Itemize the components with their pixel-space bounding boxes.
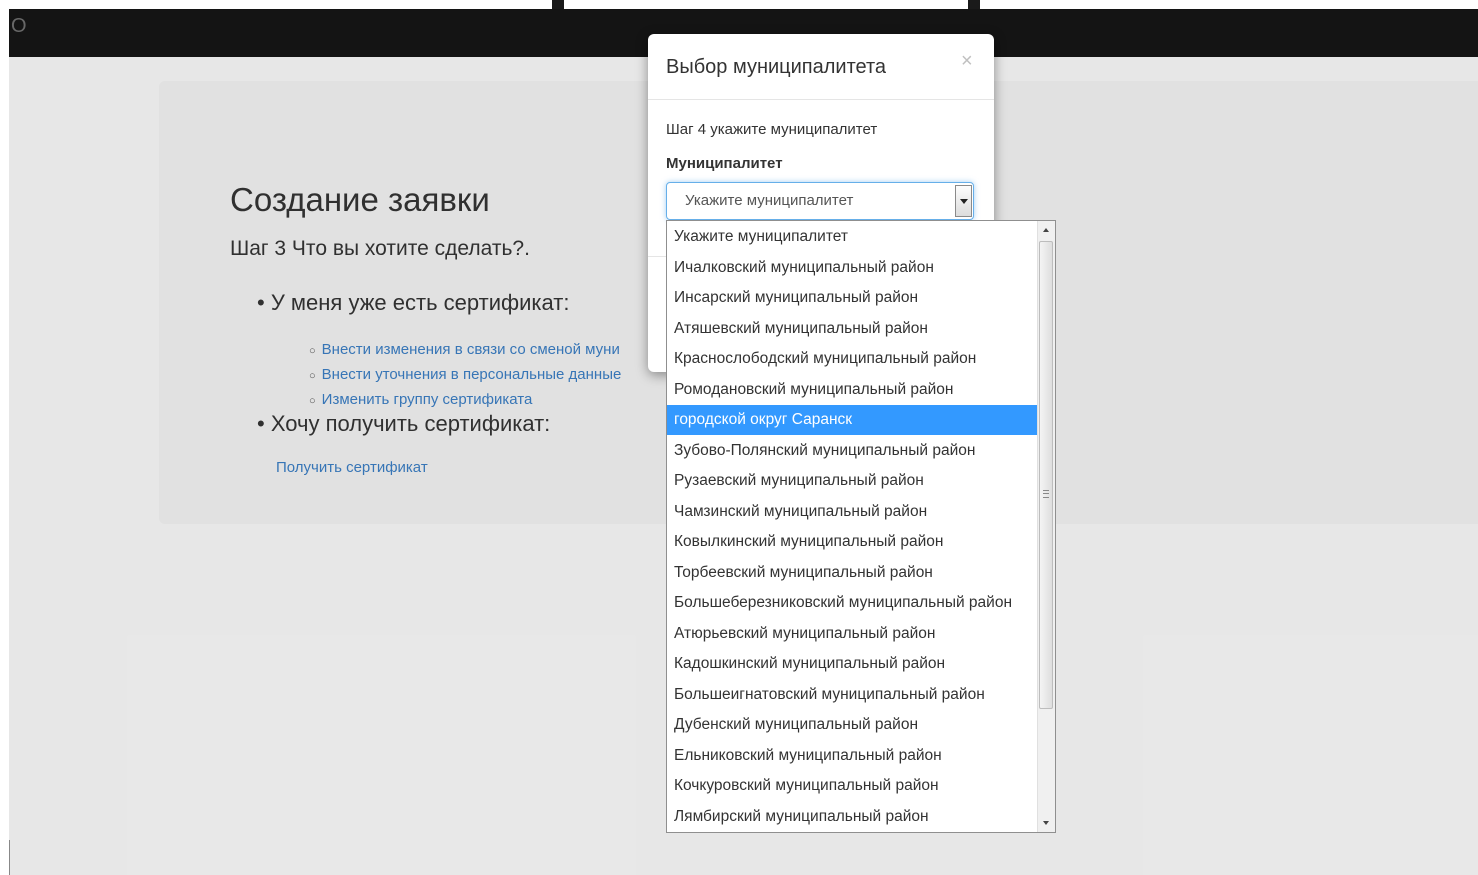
- dropdown-option[interactable]: Торбеевский муниципальный район: [667, 558, 1037, 588]
- dropdown-option[interactable]: Дубенский муниципальный район: [667, 710, 1037, 740]
- modal-header-divider: [648, 99, 994, 100]
- corner-decoration: [0, 840, 10, 875]
- municipality-select[interactable]: Укажите муниципалитет: [666, 182, 974, 220]
- top-mark-right: [968, 0, 980, 9]
- dropdown-button[interactable]: [955, 185, 972, 217]
- arrow-down-icon: [1043, 821, 1049, 825]
- dropdown-option[interactable]: Ельниковский муниципальный район: [667, 741, 1037, 771]
- dropdown-option[interactable]: Атюрьевский муниципальный район: [667, 619, 1037, 649]
- select-value: Укажите муниципалитет: [685, 192, 854, 209]
- dropdown-option[interactable]: Ромодановский муниципальный район: [667, 375, 1037, 405]
- municipality-options-list: Укажите муниципалитет Ичалковский муницип…: [666, 220, 1056, 833]
- top-border: [0, 0, 1478, 9]
- scroll-down-button[interactable]: [1038, 814, 1055, 832]
- scroll-up-button[interactable]: [1038, 221, 1055, 239]
- municipality-field-label: Муниципалитет: [666, 155, 783, 172]
- step-4-text: Шаг 4 укажите муниципалитет: [666, 121, 878, 138]
- dropdown-option[interactable]: Инсарский муниципальный район: [667, 283, 1037, 313]
- dropdown-option[interactable]: Рузаевский муниципальный район: [667, 466, 1037, 496]
- dropdown-option[interactable]: Зубово-Полянский муниципальный район: [667, 436, 1037, 466]
- dropdown-option[interactable]: Кадошкинский муниципальный район: [667, 649, 1037, 679]
- chevron-down-icon: [960, 199, 968, 204]
- modal-title: Выбор муниципалитета: [666, 56, 887, 78]
- dropdown-option[interactable]: Большеигнатовский муниципальный район: [667, 680, 1037, 710]
- dropdown-option[interactable]: Лямбирский муниципальный район: [667, 802, 1037, 832]
- dropdown-option[interactable]: Кочкуровский муниципальный район: [667, 771, 1037, 801]
- screen: О Создание заявки Шаг 3 Что вы хотите сд…: [0, 0, 1478, 875]
- grip-icon: [1043, 490, 1049, 498]
- dropdown-option[interactable]: Краснослободский муниципальный район: [667, 344, 1037, 374]
- top-mark-left: [552, 0, 564, 9]
- dropdown-option[interactable]: Чамзинский муниципальный район: [667, 497, 1037, 527]
- dropdown-option[interactable]: городской округ Саранск: [667, 405, 1037, 435]
- close-icon[interactable]: ×: [961, 50, 973, 73]
- dropdown-option[interactable]: Укажите муниципалитет: [667, 222, 1037, 252]
- arrow-up-icon: [1043, 228, 1049, 232]
- scrollbar[interactable]: [1037, 221, 1055, 832]
- dropdown-option[interactable]: Ичалковский муниципальный район: [667, 253, 1037, 283]
- dropdown-option[interactable]: Большеберезниковский муниципальный район: [667, 588, 1037, 618]
- dropdown-option[interactable]: Ковылкинский муниципальный район: [667, 527, 1037, 557]
- scrollbar-thumb[interactable]: [1039, 241, 1053, 709]
- left-border: [0, 0, 9, 875]
- dropdown-option[interactable]: Атяшевский муниципальный район: [667, 314, 1037, 344]
